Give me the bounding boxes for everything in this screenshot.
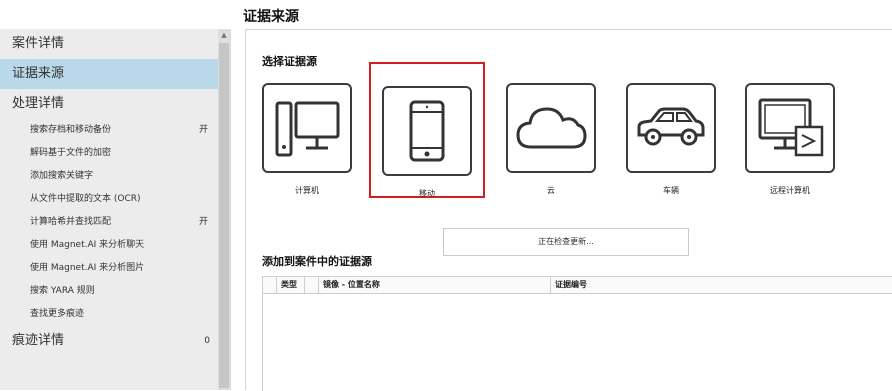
sidebar-subitem-yara-rules[interactable]: 搜索 YARA 规则 bbox=[0, 280, 218, 303]
main-panel: 选择证据源 计算机 移动 云 车辆 远程计算机 正在检查更新... 添加到案件中… bbox=[245, 29, 892, 391]
sidebar-scrollbar[interactable]: ▲ bbox=[218, 29, 230, 390]
sidebar-subitem-add-keywords[interactable]: 添加搜索关键字 bbox=[0, 165, 218, 188]
sidebar-subitem-magnet-ai-images[interactable]: 使用 Magnet.AI 来分析图片 bbox=[0, 257, 218, 280]
page-title: 证据来源 bbox=[243, 9, 299, 25]
sidebar-subitem-label: 从文件中提取的文本 (OCR) bbox=[30, 194, 141, 204]
sidebar-subitem-search-archives[interactable]: 搜索存档和移动备份 开 bbox=[0, 119, 218, 142]
sidebar-subitem-label: 搜索存档和移动备份 bbox=[30, 125, 112, 135]
sidebar-subitem-label: 查找更多痕迹 bbox=[30, 309, 85, 319]
status-badge: 开 bbox=[198, 125, 208, 135]
remote-computer-icon bbox=[745, 83, 835, 173]
cloud-icon bbox=[506, 83, 596, 173]
sidebar-list: 案件详情 证据来源 处理详情 搜索存档和移动备份 开 解码基于文件的加密 添加搜… bbox=[0, 29, 218, 356]
sidebar-item-label: 痕迹详情 bbox=[12, 333, 65, 348]
sidebar-subitem-label: 使用 Magnet.AI 来分析图片 bbox=[30, 263, 145, 273]
mobile-icon bbox=[382, 86, 472, 176]
update-status: 正在检查更新... bbox=[443, 228, 689, 256]
source-remote-computer[interactable]: 远程计算机 bbox=[738, 83, 842, 196]
column-header-type[interactable]: 类型 bbox=[277, 277, 305, 293]
column-header-image-location[interactable]: 镜像 - 位置名称 bbox=[319, 277, 551, 293]
source-label: 计算机 bbox=[295, 186, 319, 195]
sidebar-item-case-details[interactable]: 案件详情 bbox=[0, 29, 218, 59]
source-vehicle[interactable]: 车辆 bbox=[619, 83, 723, 196]
added-sources-title: 添加到案件中的证据源 bbox=[262, 255, 372, 268]
sidebar-subitem-label: 使用 Magnet.AI 来分析聊天 bbox=[30, 240, 145, 250]
sidebar-subitem-label: 添加搜索关键字 bbox=[30, 171, 94, 181]
scroll-up-icon[interactable]: ▲ bbox=[218, 29, 230, 41]
source-label: 远程计算机 bbox=[770, 186, 810, 195]
sidebar-subitem-ocr[interactable]: 从文件中提取的文本 (OCR) bbox=[0, 188, 218, 211]
source-mobile[interactable]: 移动 bbox=[369, 62, 485, 198]
computer-icon bbox=[262, 83, 352, 173]
evidence-sources-table[interactable]: 类型 镜像 - 位置名称 证据编号 bbox=[262, 276, 892, 391]
sidebar-item-evidence-sources[interactable]: 证据来源 bbox=[0, 59, 218, 89]
sidebar-subitem-hash-matching[interactable]: 计算哈希并查找匹配 开 bbox=[0, 211, 218, 234]
source-label: 车辆 bbox=[663, 186, 679, 195]
source-label: 云 bbox=[547, 186, 555, 195]
source-cloud[interactable]: 云 bbox=[499, 83, 603, 196]
source-computer[interactable]: 计算机 bbox=[255, 83, 359, 196]
table-header: 类型 镜像 - 位置名称 证据编号 bbox=[263, 277, 892, 294]
sidebar-subitem-label: 解码基于文件的加密 bbox=[30, 148, 112, 158]
scrollbar-thumb[interactable] bbox=[219, 43, 229, 388]
sidebar-subitem-decode-encryption[interactable]: 解码基于文件的加密 bbox=[0, 142, 218, 165]
sidebar: 案件详情 证据来源 处理详情 搜索存档和移动备份 开 解码基于文件的加密 添加搜… bbox=[0, 29, 231, 390]
status-badge: 开 bbox=[198, 217, 208, 227]
sidebar-item-processing-details[interactable]: 处理详情 bbox=[0, 89, 218, 119]
vehicle-icon bbox=[626, 83, 716, 173]
sidebar-subitem-magnet-ai-chat[interactable]: 使用 Magnet.AI 来分析聊天 bbox=[0, 234, 218, 257]
column-header-evidence-number[interactable]: 证据编号 bbox=[551, 277, 892, 293]
select-source-title: 选择证据源 bbox=[262, 55, 317, 68]
source-label: 移动 bbox=[419, 189, 435, 198]
column-header-blank[interactable] bbox=[305, 277, 319, 293]
sidebar-item-artifact-details[interactable]: 痕迹详情 0 bbox=[0, 326, 218, 356]
column-header-select[interactable] bbox=[263, 277, 277, 293]
sidebar-subitem-label: 计算哈希并查找匹配 bbox=[30, 217, 112, 227]
count-badge: 0 bbox=[204, 336, 210, 346]
sidebar-subitem-label: 搜索 YARA 规则 bbox=[30, 286, 95, 296]
sidebar-subitem-find-more-artifacts[interactable]: 查找更多痕迹 bbox=[0, 303, 218, 326]
